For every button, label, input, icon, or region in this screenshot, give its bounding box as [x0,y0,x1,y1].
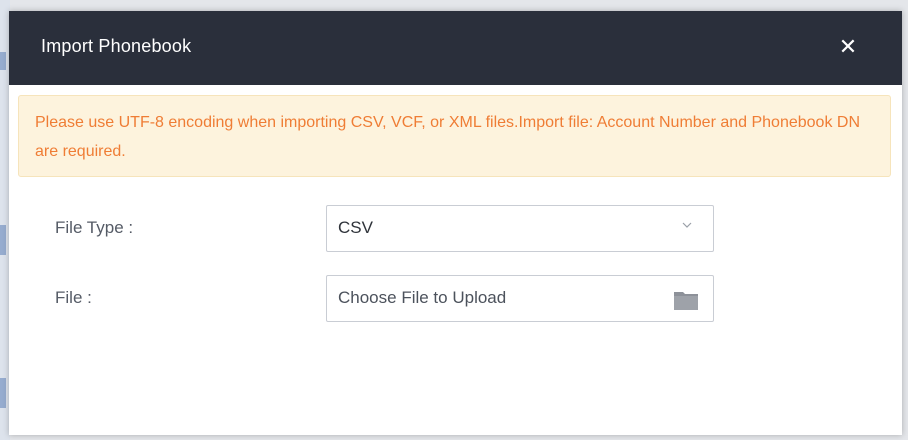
file-label: File : [55,288,92,307]
file-type-value: CSV [338,218,373,237]
file-type-select[interactable]: CSV [326,205,714,252]
close-icon: ✕ [838,34,858,59]
file-upload-placeholder: Choose File to Upload [338,288,507,307]
background-link-mark [0,378,6,408]
close-button[interactable]: ✕ [834,33,862,61]
dialog-header: Import Phonebook ✕ [9,11,902,85]
folder-icon[interactable] [673,289,699,311]
background-link-mark [0,52,6,70]
file-upload-field[interactable]: Choose File to Upload [326,275,714,322]
file-row: File : Choose File to Upload [9,275,902,323]
encoding-notice: Please use UTF-8 encoding when importing… [18,95,891,177]
file-type-row: File Type : CSV [9,205,902,253]
background-link-mark [0,225,6,255]
import-phonebook-dialog: Import Phonebook ✕ Please use UTF-8 enco… [9,11,902,435]
dialog-title: Import Phonebook [41,36,192,56]
file-type-label: File Type : [55,218,134,237]
chevron-down-icon [682,222,692,228]
